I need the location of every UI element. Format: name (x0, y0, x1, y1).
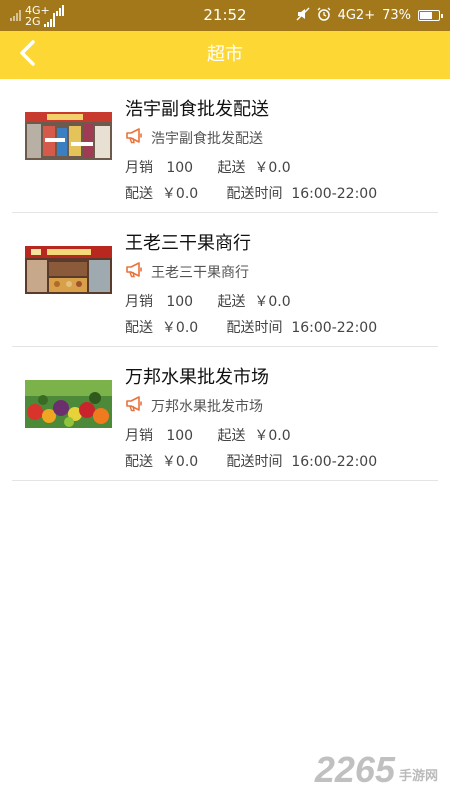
delivery-fee-value: ￥0.0 (161, 320, 199, 336)
mute-icon (296, 6, 310, 25)
shop-notice: 浩宇副食批发配送 (125, 127, 263, 148)
min-order-label: 起送 (217, 428, 246, 444)
watermark-number: 2265 (314, 749, 395, 790)
monthly-sales-label: 月销 (125, 160, 153, 176)
shop-thumbnail (25, 112, 112, 160)
monthly-sales-value: 100 (166, 294, 194, 310)
shop-list: 浩宇副食批发配送 浩宇副食批发配送 月销 100 起送 ￥0.0 配送 ￥0.0… (0, 79, 450, 481)
min-order-value: ￥0.0 (254, 294, 291, 310)
min-order-value: ￥0.0 (254, 428, 291, 444)
monthly-sales-value: 100 (166, 160, 194, 176)
shop-notice-text: 王老三干果商行 (151, 264, 249, 281)
shop-thumbnail (25, 246, 112, 294)
delivery-time-label: 配送时间 (226, 320, 283, 336)
app-header: 超市 (0, 31, 450, 79)
delivery-fee-label: 配送 (125, 320, 153, 336)
shop-stats: 月销 100 起送 ￥0.0 (125, 425, 291, 445)
shop-item[interactable]: 浩宇副食批发配送 浩宇副食批发配送 月销 100 起送 ￥0.0 配送 ￥0.0… (12, 79, 438, 213)
min-order-label: 起送 (217, 294, 246, 310)
monthly-sales-value: 100 (166, 428, 194, 444)
delivery-fee-value: ￥0.0 (161, 186, 199, 202)
shop-delivery: 配送 ￥0.0 配送时间 16:00-22:00 (125, 183, 377, 203)
battery-icon (418, 10, 443, 21)
delivery-fee-value: ￥0.0 (161, 454, 199, 470)
watermark-text: 手游网 (398, 769, 438, 784)
alarm-icon (317, 7, 331, 25)
monthly-sales-label: 月销 (125, 428, 153, 444)
delivery-time-label: 配送时间 (226, 186, 283, 202)
status-bar: 4G+ 2G 21:52 4G2+ 73% (0, 0, 450, 31)
status-icons: 4G2+ 73% (296, 0, 443, 31)
shop-delivery: 配送 ￥0.0 配送时间 16:00-22:00 (125, 451, 377, 471)
min-order-value: ￥0.0 (254, 160, 291, 176)
shop-notice-text: 万邦水果批发市场 (151, 398, 263, 415)
shop-name: 王老三干果商行 (125, 233, 251, 254)
shop-stats: 月销 100 起送 ￥0.0 (125, 291, 291, 311)
megaphone-icon (125, 395, 144, 416)
shop-name: 万邦水果批发市场 (125, 367, 269, 388)
shop-item[interactable]: 王老三干果商行 王老三干果商行 月销 100 起送 ￥0.0 配送 ￥0.0 配… (12, 213, 438, 347)
monthly-sales-label: 月销 (125, 294, 153, 310)
delivery-time-value: 16:00-22:00 (291, 454, 378, 470)
shop-notice: 王老三干果商行 (125, 261, 249, 282)
delivery-time-label: 配送时间 (226, 454, 283, 470)
shop-delivery: 配送 ￥0.0 配送时间 16:00-22:00 (125, 317, 377, 337)
megaphone-icon (125, 127, 144, 148)
shop-notice-text: 浩宇副食批发配送 (151, 130, 263, 147)
battery-percent: 73% (382, 8, 411, 23)
delivery-time-value: 16:00-22:00 (291, 320, 378, 336)
megaphone-icon (125, 261, 144, 282)
shop-notice: 万邦水果批发市场 (125, 395, 263, 416)
watermark: 2265 手游网 (315, 752, 438, 788)
delivery-fee-label: 配送 (125, 454, 153, 470)
page-title: 超市 (207, 44, 243, 65)
min-order-label: 起送 (217, 160, 246, 176)
shop-name: 浩宇副食批发配送 (125, 99, 269, 120)
delivery-fee-label: 配送 (125, 186, 153, 202)
network-type-3: 4G2+ (337, 8, 376, 23)
shop-thumbnail (25, 380, 112, 428)
delivery-time-value: 16:00-22:00 (291, 186, 378, 202)
shop-item[interactable]: 万邦水果批发市场 万邦水果批发市场 月销 100 起送 ￥0.0 配送 ￥0.0… (12, 347, 438, 481)
shop-stats: 月销 100 起送 ￥0.0 (125, 157, 291, 177)
